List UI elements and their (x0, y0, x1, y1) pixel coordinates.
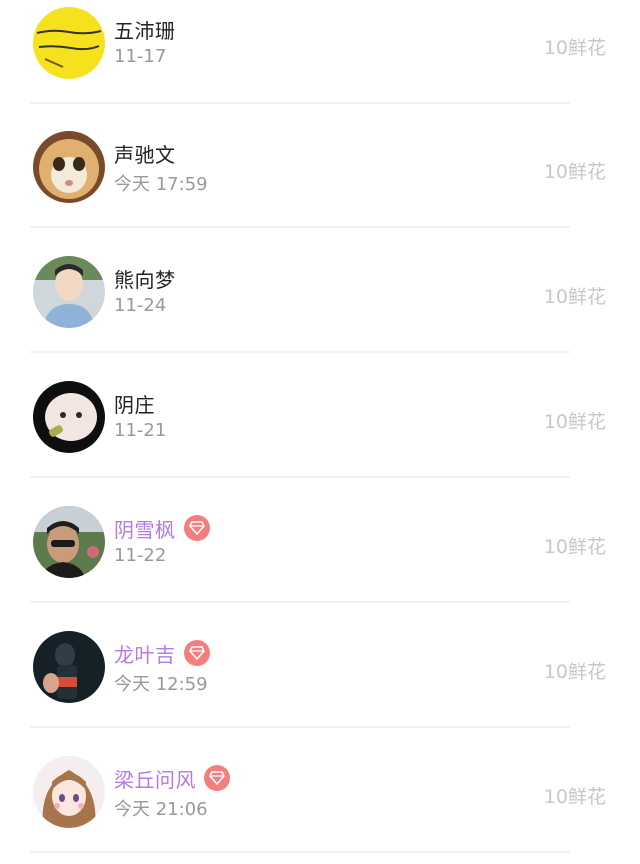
gift-amount: 10鲜花 (543, 786, 606, 808)
gift-time: 11-21 (114, 420, 167, 441)
gift-amount: 10鲜花 (543, 286, 606, 308)
cat-avatar-icon (33, 131, 105, 203)
user-name[interactable]: 梁丘问风 (114, 764, 196, 793)
gift-time: 今天 21:06 (114, 799, 208, 820)
diamond-icon (183, 515, 210, 541)
yellow-sign-avatar-icon (33, 7, 105, 79)
divider (30, 226, 570, 228)
divider (30, 476, 570, 478)
list-item[interactable]: 五沛珊 11-17 10鲜花 (0, 0, 640, 104)
user-name[interactable]: 熊向梦 (114, 264, 176, 293)
gift-amount: 10鲜花 (543, 37, 606, 59)
anime-girl-avatar-icon (33, 756, 105, 828)
user-name[interactable]: 五沛珊 (114, 15, 176, 44)
diamond-icon (183, 640, 210, 666)
gift-time: 今天 12:59 (114, 674, 208, 695)
white-cat-avatar-icon (33, 381, 105, 453)
gift-amount: 10鲜花 (543, 536, 606, 558)
divider (30, 351, 570, 353)
name-line: 阴庄 (114, 388, 155, 418)
user-name[interactable]: 龙叶吉 (114, 639, 176, 668)
list-item[interactable]: 声驰文 今天 17:59 10鲜花 (0, 104, 640, 228)
user-name[interactable]: 阴庄 (114, 389, 155, 418)
avatar[interactable] (33, 7, 105, 79)
gift-amount: 10鲜花 (543, 411, 606, 433)
gift-time: 11-24 (114, 295, 167, 316)
gift-time: 11-22 (114, 545, 167, 566)
gift-amount: 10鲜花 (543, 661, 606, 683)
list-item[interactable]: 阴庄 11-21 10鲜花 (0, 354, 640, 478)
avatar[interactable] (33, 631, 105, 703)
gift-time: 11-17 (114, 46, 167, 67)
divider (30, 726, 570, 728)
portrait-avatar-icon (33, 256, 105, 328)
man-sunglasses-avatar-icon (33, 506, 105, 578)
list-item[interactable]: 阴雪枫 11-22 10鲜花 (0, 479, 640, 603)
name-line: 声驰文 (114, 138, 176, 168)
avatar[interactable] (33, 756, 105, 828)
avatar[interactable] (33, 131, 105, 203)
divider (30, 601, 570, 603)
user-name[interactable]: 阴雪枫 (114, 514, 176, 543)
divider (30, 851, 570, 853)
name-line: 阴雪枫 (114, 513, 210, 543)
diamond-icon (204, 765, 230, 791)
dark-bottle-avatar-icon (33, 631, 105, 703)
name-line: 熊向梦 (114, 263, 176, 293)
name-line: 龙叶吉 (114, 638, 210, 668)
list-item[interactable]: 梁丘问风 今天 21:06 10鲜花 (0, 729, 640, 853)
avatar[interactable] (33, 506, 105, 578)
avatar[interactable] (33, 256, 105, 328)
avatar[interactable] (33, 381, 105, 453)
gift-time: 今天 17:59 (114, 174, 208, 195)
user-name[interactable]: 声驰文 (114, 139, 176, 168)
name-line: 梁丘问风 (114, 763, 230, 793)
list-item[interactable]: 熊向梦 11-24 10鲜花 (0, 229, 640, 353)
list-item[interactable]: 龙叶吉 今天 12:59 10鲜花 (0, 604, 640, 728)
gift-amount: 10鲜花 (543, 161, 606, 183)
name-line: 五沛珊 (114, 14, 176, 44)
